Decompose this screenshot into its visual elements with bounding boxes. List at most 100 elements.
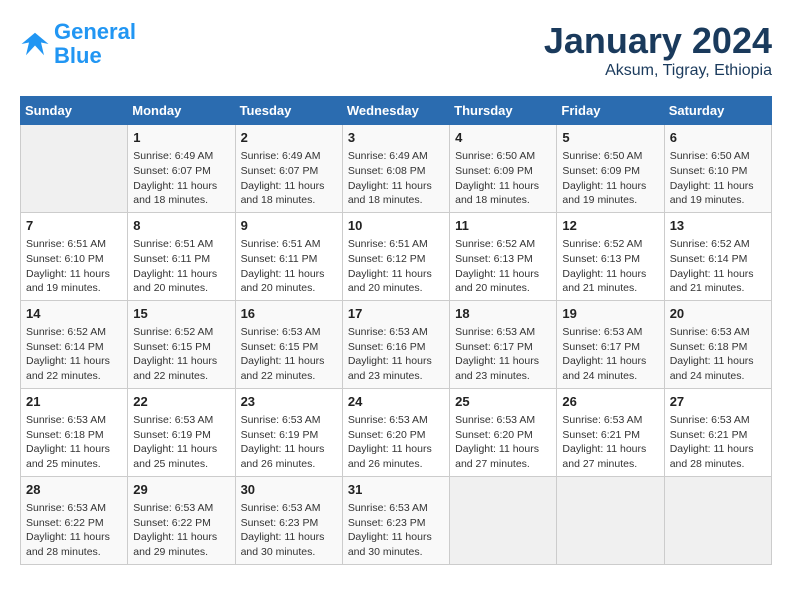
day-number: 17: [348, 305, 444, 323]
calendar-cell: 1Sunrise: 6:49 AMSunset: 6:07 PMDaylight…: [128, 125, 235, 213]
day-info: Sunrise: 6:51 AMSunset: 6:11 PMDaylight:…: [133, 237, 229, 296]
calendar-cell: 2 Sunrise: 6:49 AMSunset: 6:07 PMDaylight…: [235, 125, 342, 213]
day-info: Sunrise: 6:53 AMSunset: 6:20 PMDaylight:…: [348, 413, 444, 472]
page-header: General Blue January 2024 Aksum, Tigray,…: [20, 20, 772, 80]
day-number: 6: [670, 129, 766, 147]
day-info: Sunrise: 6:51 AMSunset: 6:10 PMDaylight:…: [26, 237, 122, 296]
calendar-cell: 30 Sunrise: 6:53 AMSunset: 6:23 PMDayligh…: [235, 476, 342, 564]
header-monday: Monday: [128, 97, 235, 125]
day-info: Sunrise: 6:53 AMSunset: 6:19 PMDaylight:…: [133, 413, 229, 472]
day-number: 31: [348, 481, 444, 499]
calendar-cell: 26 Sunrise: 6:53 AMSunset: 6:21 PMDayligh…: [557, 388, 664, 476]
day-number: 22: [133, 393, 229, 411]
week-row: 1Sunrise: 6:49 AMSunset: 6:07 PMDaylight…: [21, 125, 772, 213]
calendar-cell: [450, 476, 557, 564]
calendar-cell: 15 Sunrise: 6:52 AMSunset: 6:15 PMDayligh…: [128, 300, 235, 388]
calendar-cell: 11 Sunrise: 6:52 AMSunset: 6:13 PMDayligh…: [450, 212, 557, 300]
day-number: 11: [455, 217, 551, 235]
day-info: Sunrise: 6:50 AMSunset: 6:10 PMDaylight:…: [670, 149, 766, 208]
day-number: 2: [241, 129, 337, 147]
calendar-cell: [557, 476, 664, 564]
day-number: 29: [133, 481, 229, 499]
calendar-cell: 23Sunrise: 6:53 AMSunset: 6:19 PMDayligh…: [235, 388, 342, 476]
calendar-cell: 6 Sunrise: 6:50 AMSunset: 6:10 PMDaylight…: [664, 125, 771, 213]
calendar-cell: 9 Sunrise: 6:51 AMSunset: 6:11 PMDaylight…: [235, 212, 342, 300]
header-tuesday: Tuesday: [235, 97, 342, 125]
calendar-cell: 5 Sunrise: 6:50 AMSunset: 6:09 PMDaylight…: [557, 125, 664, 213]
calendar-cell: 13Sunrise: 6:52 AMSunset: 6:14 PMDayligh…: [664, 212, 771, 300]
calendar-body: 1Sunrise: 6:49 AMSunset: 6:07 PMDaylight…: [21, 125, 772, 565]
day-number: 15: [133, 305, 229, 323]
day-info: Sunrise: 6:49 AMSunset: 6:07 PMDaylight:…: [241, 149, 337, 208]
logo: General Blue: [20, 20, 136, 68]
day-info: Sunrise: 6:51 AMSunset: 6:12 PMDaylight:…: [348, 237, 444, 296]
day-info: Sunrise: 6:53 AMSunset: 6:21 PMDaylight:…: [562, 413, 658, 472]
calendar-table: SundayMondayTuesdayWednesdayThursdayFrid…: [20, 96, 772, 565]
calendar-cell: 24Sunrise: 6:53 AMSunset: 6:20 PMDayligh…: [342, 388, 449, 476]
calendar-cell: 31Sunrise: 6:53 AMSunset: 6:23 PMDayligh…: [342, 476, 449, 564]
day-number: 19: [562, 305, 658, 323]
header-thursday: Thursday: [450, 97, 557, 125]
week-row: 7 Sunrise: 6:51 AMSunset: 6:10 PMDaylight…: [21, 212, 772, 300]
week-row: 28 Sunrise: 6:53 AMSunset: 6:22 PMDayligh…: [21, 476, 772, 564]
calendar-cell: 19 Sunrise: 6:53 AMSunset: 6:17 PMDayligh…: [557, 300, 664, 388]
day-number: 23: [241, 393, 337, 411]
day-info: Sunrise: 6:52 AMSunset: 6:13 PMDaylight:…: [455, 237, 551, 296]
calendar-cell: 18Sunrise: 6:53 AMSunset: 6:17 PMDayligh…: [450, 300, 557, 388]
logo-icon: [20, 29, 50, 59]
week-row: 21Sunrise: 6:53 AMSunset: 6:18 PMDayligh…: [21, 388, 772, 476]
day-number: 4: [455, 129, 551, 147]
day-number: 10: [348, 217, 444, 235]
calendar-cell: 20Sunrise: 6:53 AMSunset: 6:18 PMDayligh…: [664, 300, 771, 388]
day-info: Sunrise: 6:52 AMSunset: 6:14 PMDaylight:…: [26, 325, 122, 384]
day-info: Sunrise: 6:52 AMSunset: 6:15 PMDaylight:…: [133, 325, 229, 384]
calendar-cell: 22 Sunrise: 6:53 AMSunset: 6:19 PMDayligh…: [128, 388, 235, 476]
day-number: 3: [348, 129, 444, 147]
day-info: Sunrise: 6:53 AMSunset: 6:16 PMDaylight:…: [348, 325, 444, 384]
day-info: Sunrise: 6:53 AMSunset: 6:18 PMDaylight:…: [26, 413, 122, 472]
calendar-cell: 28 Sunrise: 6:53 AMSunset: 6:22 PMDayligh…: [21, 476, 128, 564]
day-info: Sunrise: 6:53 AMSunset: 6:17 PMDaylight:…: [455, 325, 551, 384]
day-info: Sunrise: 6:53 AMSunset: 6:21 PMDaylight:…: [670, 413, 766, 472]
day-number: 14: [26, 305, 122, 323]
calendar-cell: 25Sunrise: 6:53 AMSunset: 6:20 PMDayligh…: [450, 388, 557, 476]
day-info: Sunrise: 6:52 AMSunset: 6:13 PMDaylight:…: [562, 237, 658, 296]
day-number: 5: [562, 129, 658, 147]
day-info: Sunrise: 6:53 AMSunset: 6:17 PMDaylight:…: [562, 325, 658, 384]
calendar-cell: 4 Sunrise: 6:50 AMSunset: 6:09 PMDaylight…: [450, 125, 557, 213]
day-number: 8: [133, 217, 229, 235]
day-info: Sunrise: 6:53 AMSunset: 6:22 PMDaylight:…: [26, 501, 122, 560]
calendar-cell: [21, 125, 128, 213]
day-number: 30: [241, 481, 337, 499]
header-friday: Friday: [557, 97, 664, 125]
logo-line1: General: [54, 19, 136, 44]
day-number: 12: [562, 217, 658, 235]
day-info: Sunrise: 6:50 AMSunset: 6:09 PMDaylight:…: [455, 149, 551, 208]
day-number: 27: [670, 393, 766, 411]
calendar-title: January 2024: [544, 20, 772, 62]
header-sunday: Sunday: [21, 97, 128, 125]
day-info: Sunrise: 6:50 AMSunset: 6:09 PMDaylight:…: [562, 149, 658, 208]
calendar-cell: 7 Sunrise: 6:51 AMSunset: 6:10 PMDaylight…: [21, 212, 128, 300]
calendar-cell: 29Sunrise: 6:53 AMSunset: 6:22 PMDayligh…: [128, 476, 235, 564]
title-block: January 2024 Aksum, Tigray, Ethiopia: [544, 20, 772, 80]
day-number: 20: [670, 305, 766, 323]
day-number: 7: [26, 217, 122, 235]
calendar-cell: 21Sunrise: 6:53 AMSunset: 6:18 PMDayligh…: [21, 388, 128, 476]
calendar-cell: 12 Sunrise: 6:52 AMSunset: 6:13 PMDayligh…: [557, 212, 664, 300]
calendar-cell: 16Sunrise: 6:53 AMSunset: 6:15 PMDayligh…: [235, 300, 342, 388]
day-info: Sunrise: 6:51 AMSunset: 6:11 PMDaylight:…: [241, 237, 337, 296]
calendar-cell: [664, 476, 771, 564]
header-row: SundayMondayTuesdayWednesdayThursdayFrid…: [21, 97, 772, 125]
day-info: Sunrise: 6:53 AMSunset: 6:23 PMDaylight:…: [241, 501, 337, 560]
calendar-cell: 10 Sunrise: 6:51 AMSunset: 6:12 PMDayligh…: [342, 212, 449, 300]
day-number: 26: [562, 393, 658, 411]
day-number: 13: [670, 217, 766, 235]
calendar-header: SundayMondayTuesdayWednesdayThursdayFrid…: [21, 97, 772, 125]
day-number: 28: [26, 481, 122, 499]
day-number: 9: [241, 217, 337, 235]
day-number: 16: [241, 305, 337, 323]
calendar-cell: 14 Sunrise: 6:52 AMSunset: 6:14 PMDayligh…: [21, 300, 128, 388]
header-saturday: Saturday: [664, 97, 771, 125]
calendar-cell: 8 Sunrise: 6:51 AMSunset: 6:11 PMDaylight…: [128, 212, 235, 300]
